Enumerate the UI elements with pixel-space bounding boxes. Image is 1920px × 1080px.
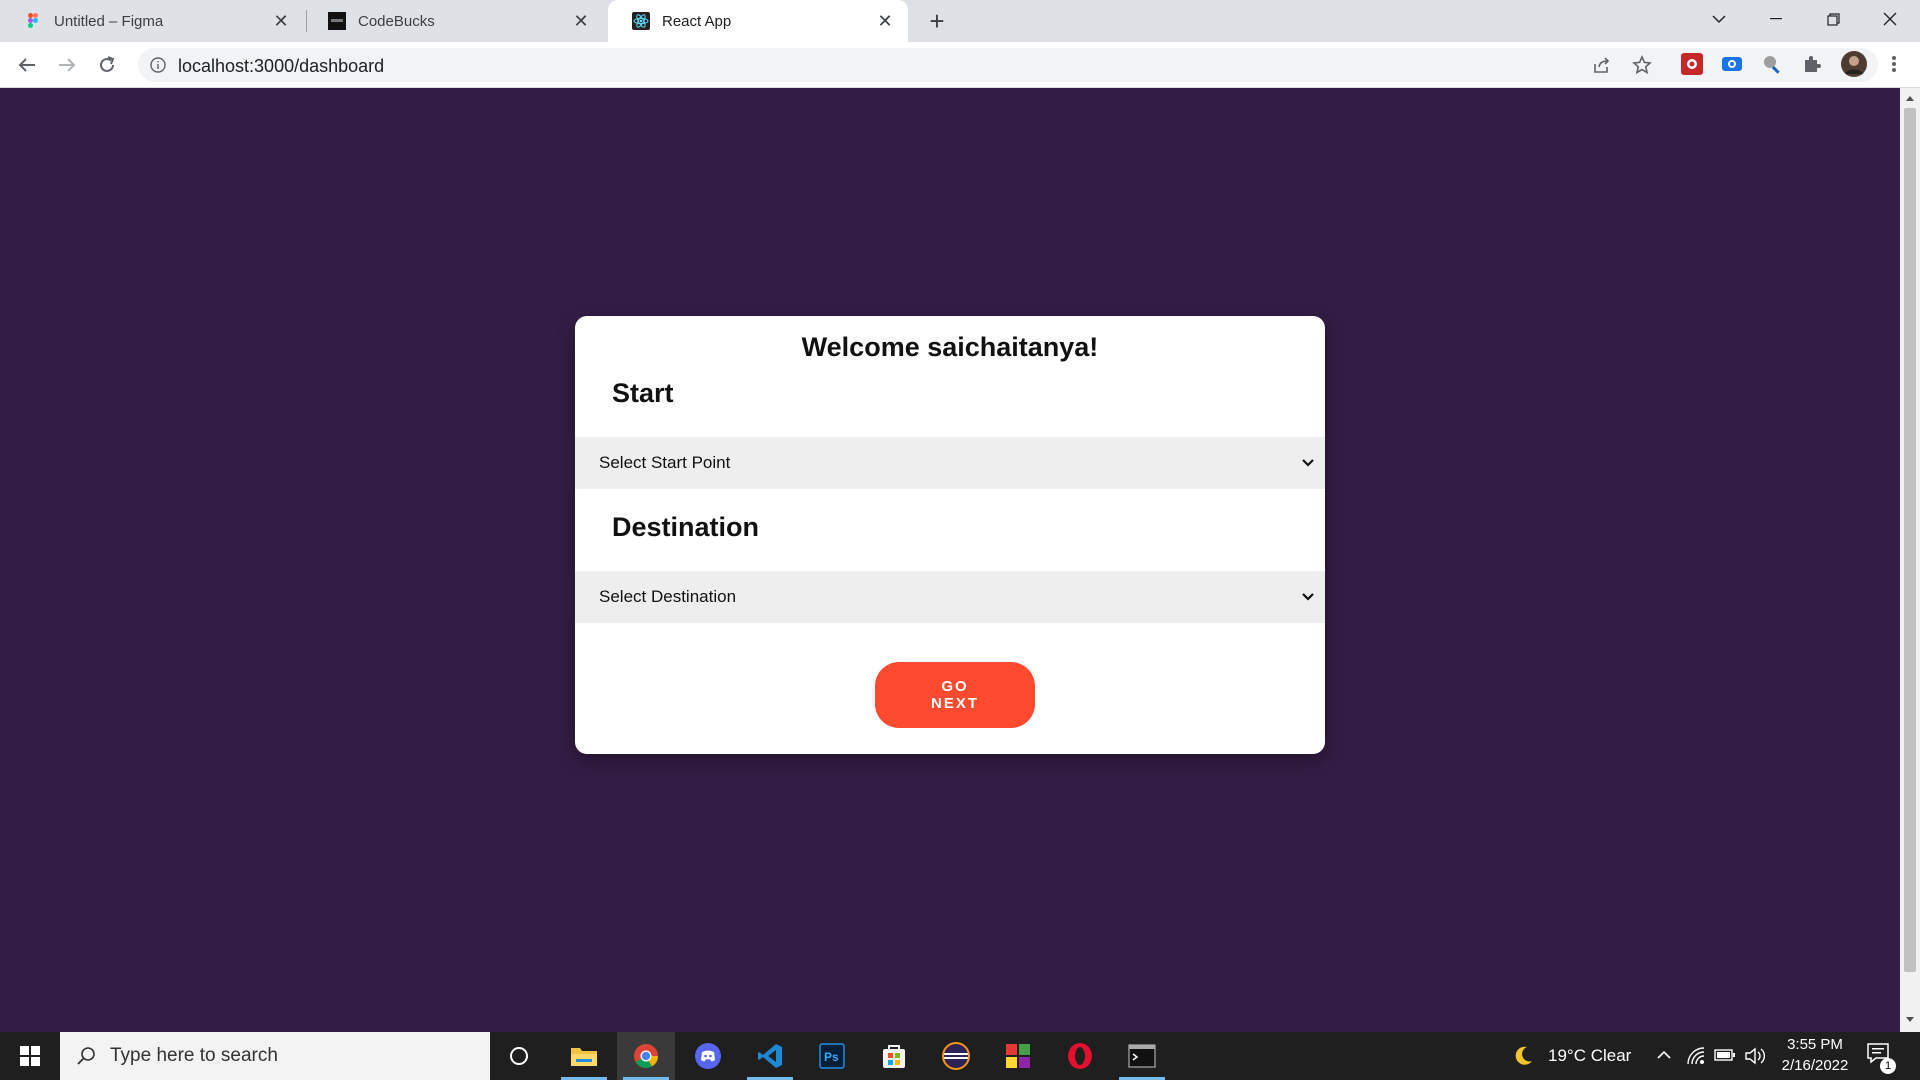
close-tab-icon[interactable]: ✕ bbox=[874, 10, 896, 32]
wifi-icon[interactable] bbox=[1686, 1046, 1706, 1066]
taskbar-vscode[interactable] bbox=[741, 1032, 799, 1080]
volume-icon[interactable] bbox=[1744, 1046, 1766, 1066]
go-next-label-line1: GO bbox=[941, 678, 969, 695]
tab-react-app[interactable]: React App ✕ bbox=[608, 0, 908, 42]
search-icon bbox=[77, 1047, 95, 1065]
tab-title: React App bbox=[662, 12, 732, 30]
reload-icon bbox=[100, 56, 115, 72]
profile-avatar[interactable] bbox=[1840, 50, 1868, 78]
codebucks-icon bbox=[328, 12, 346, 30]
vscode-icon bbox=[758, 1044, 782, 1068]
tab-title: Untitled – Figma bbox=[54, 12, 164, 30]
destination-label: Destination bbox=[612, 512, 760, 542]
go-next-label-line2: NEXT bbox=[930, 695, 979, 712]
start-button[interactable] bbox=[0, 1032, 60, 1080]
react-icon bbox=[632, 12, 650, 30]
windows-taskbar: Type here to search Ps 19°C Clear 3:55 P… bbox=[0, 1032, 1920, 1080]
site-info-icon[interactable] bbox=[150, 57, 166, 73]
taskbar-photoshop[interactable]: Ps bbox=[803, 1032, 861, 1080]
terminal-icon bbox=[1128, 1044, 1156, 1068]
taskbar-eclipse[interactable] bbox=[927, 1032, 985, 1080]
share-icon[interactable] bbox=[1592, 56, 1612, 74]
extension-search-icon[interactable] bbox=[1760, 52, 1784, 76]
tab-title: CodeBucks bbox=[358, 12, 435, 30]
go-next-button[interactable]: GO NEXT bbox=[875, 662, 1035, 728]
forward-arrow-icon bbox=[59, 58, 76, 72]
browser-toolbar: localhost:3000/dashboard bbox=[0, 42, 1920, 88]
restore-button[interactable] bbox=[1805, 0, 1861, 38]
minimize-button[interactable] bbox=[1748, 0, 1804, 38]
chevron-down-icon bbox=[1302, 459, 1314, 467]
close-tab-icon[interactable]: ✕ bbox=[570, 10, 592, 32]
weather-moon-icon bbox=[1515, 1046, 1532, 1065]
taskbar-discord[interactable] bbox=[679, 1032, 737, 1080]
photoshop-icon: Ps bbox=[819, 1043, 845, 1069]
forward-button[interactable] bbox=[52, 50, 82, 80]
opera-icon bbox=[1068, 1043, 1092, 1069]
new-tab-button[interactable]: + bbox=[922, 6, 952, 36]
chrome-icon bbox=[634, 1044, 658, 1069]
address-bar[interactable]: localhost:3000/dashboard bbox=[138, 48, 1878, 82]
dashboard-card: Welcome saichaitanya! Start Select Start… bbox=[575, 316, 1325, 754]
discord-icon bbox=[695, 1043, 721, 1069]
close-tab-icon[interactable]: ✕ bbox=[270, 10, 292, 32]
colorful-grid-icon bbox=[1006, 1044, 1030, 1068]
extensions-puzzle-icon[interactable] bbox=[1800, 52, 1824, 76]
notification-center-button[interactable]: 1 bbox=[1866, 1042, 1896, 1074]
tab-search-chevron-icon[interactable] bbox=[1691, 0, 1747, 38]
screen-capture-icon[interactable] bbox=[1720, 52, 1744, 76]
task-view-button[interactable] bbox=[490, 1032, 548, 1080]
taskbar-chrome[interactable] bbox=[617, 1032, 675, 1080]
chevron-up-icon[interactable] bbox=[1656, 1050, 1672, 1060]
scroll-up-icon[interactable] bbox=[1905, 94, 1915, 102]
clock-time: 3:55 PM bbox=[1787, 1036, 1843, 1053]
store-icon bbox=[883, 1045, 905, 1068]
extension-red-icon[interactable] bbox=[1680, 52, 1704, 76]
clock[interactable]: 3:55 PM 2/16/2022 bbox=[1770, 1034, 1860, 1076]
taskbar-terminal[interactable] bbox=[1113, 1032, 1171, 1080]
taskbar-colorful-app[interactable] bbox=[989, 1032, 1047, 1080]
scroll-down-icon[interactable] bbox=[1905, 1016, 1915, 1024]
start-select-value: Select Start Point bbox=[599, 453, 731, 472]
reload-button[interactable] bbox=[92, 50, 122, 80]
browser-tab-strip: Untitled – Figma ✕ CodeBucks ✕ React App… bbox=[0, 0, 1920, 42]
battery-icon[interactable] bbox=[1714, 1048, 1736, 1062]
destination-select-value: Select Destination bbox=[599, 587, 737, 606]
welcome-heading: Welcome saichaitanya! bbox=[801, 332, 1099, 362]
svg-text:Ps: Ps bbox=[824, 1050, 839, 1064]
url-text: localhost:3000/dashboard bbox=[178, 56, 385, 76]
cortana-icon bbox=[510, 1047, 528, 1065]
start-point-select[interactable]: Select Start Point bbox=[575, 437, 1325, 489]
bookmark-star-icon[interactable] bbox=[1632, 55, 1652, 75]
taskbar-file-explorer[interactable] bbox=[555, 1032, 613, 1080]
search-placeholder: Type here to search bbox=[110, 1045, 278, 1066]
notification-count-badge: 1 bbox=[1880, 1058, 1896, 1074]
figma-icon bbox=[28, 13, 38, 28]
start-label: Start bbox=[612, 378, 674, 408]
weather-text[interactable]: 19°C Clear bbox=[1548, 1046, 1631, 1066]
back-button[interactable] bbox=[12, 50, 42, 80]
taskbar-microsoft-store[interactable] bbox=[865, 1032, 923, 1080]
back-arrow-icon bbox=[18, 58, 35, 72]
browser-menu-icon[interactable] bbox=[1882, 52, 1906, 76]
destination-select[interactable]: Select Destination bbox=[575, 571, 1325, 623]
windows-logo-icon bbox=[20, 1046, 40, 1066]
close-window-button[interactable] bbox=[1862, 0, 1918, 38]
chevron-down-icon bbox=[1302, 593, 1314, 601]
taskbar-opera[interactable] bbox=[1051, 1032, 1109, 1080]
clock-date: 2/16/2022 bbox=[1781, 1057, 1849, 1074]
folder-icon bbox=[571, 1048, 597, 1066]
tab-figma[interactable]: Untitled – Figma ✕ bbox=[0, 0, 304, 42]
tab-codebucks[interactable]: CodeBucks ✕ bbox=[304, 0, 604, 42]
scrollbar-thumb[interactable] bbox=[1904, 108, 1916, 972]
vertical-scrollbar[interactable] bbox=[1900, 88, 1920, 1032]
eclipse-icon bbox=[942, 1042, 970, 1070]
taskbar-search-box[interactable]: Type here to search bbox=[60, 1032, 490, 1080]
